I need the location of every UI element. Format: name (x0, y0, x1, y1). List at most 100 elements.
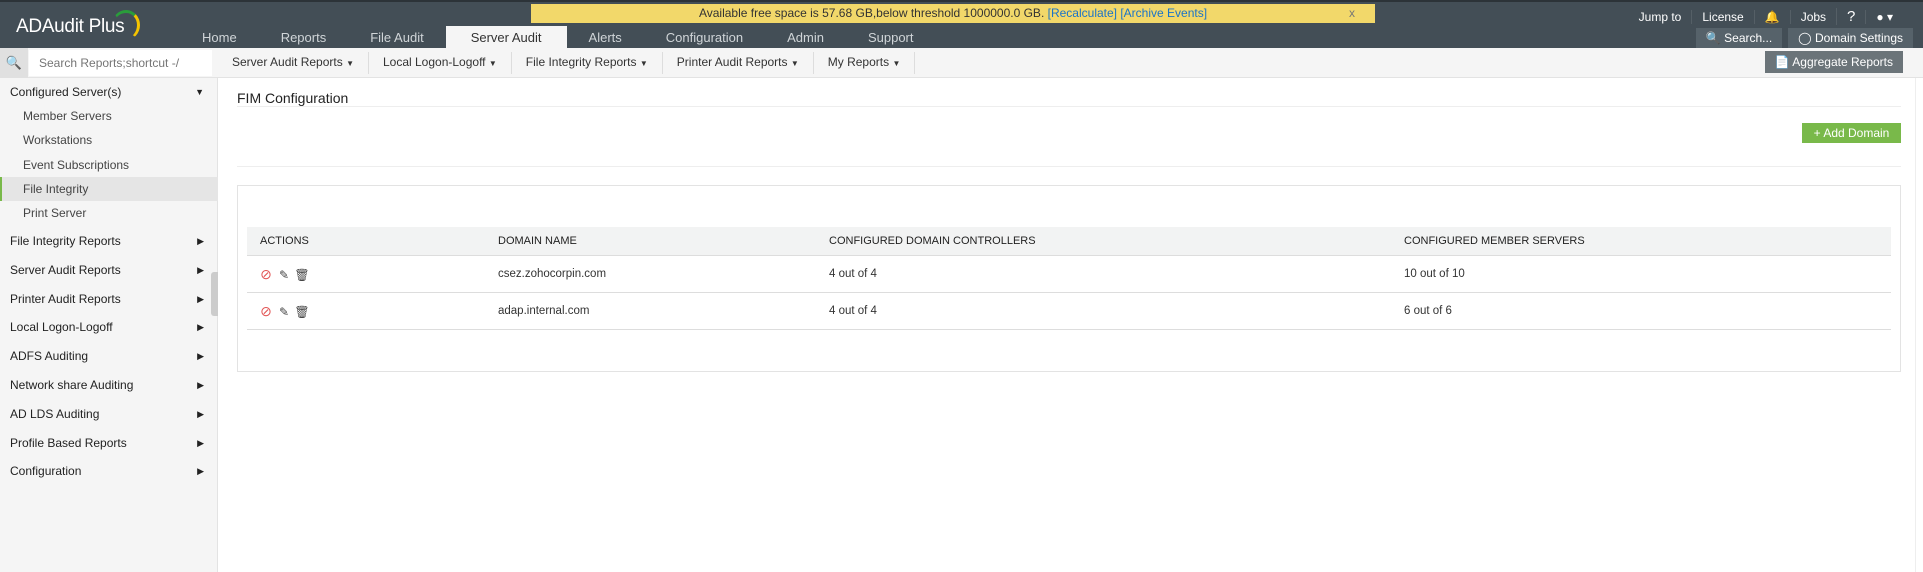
trash-icon[interactable]: 🗑 (293, 294, 311, 331)
license-link[interactable]: License (1691, 9, 1753, 24)
tab-file-audit[interactable]: File Audit (348, 26, 445, 50)
main-tabs: Home Reports File Audit Server Audit Alerts C… (180, 26, 936, 50)
sidebar-section-configuration[interactable]: Configuration ▶ (0, 459, 218, 483)
divider (237, 106, 1901, 107)
menu-server-audit-reports[interactable]: Server Audit Reports ▼ (218, 52, 369, 74)
sidebar-item-event-subscriptions[interactable]: Event Subscriptions (0, 153, 218, 177)
recalculate-link[interactable]: [Recalculate] (1048, 6, 1117, 20)
caret-right-icon: ▶ (197, 236, 204, 246)
aggregate-label: Aggregate Reports (1792, 55, 1893, 69)
archive-events-link[interactable]: [Archive Events] (1120, 6, 1207, 20)
sidebar-section-file-integrity-reports[interactable]: File Integrity Reports ▶ (0, 229, 218, 253)
menu-local-logon-logoff[interactable]: Local Logon-Logoff ▼ (369, 52, 512, 74)
domain-settings-label: Domain Settings (1814, 31, 1903, 45)
caret-right-icon: ▶ (197, 351, 204, 362)
caret-down-icon: ▼ (892, 59, 901, 68)
caret-right-icon: ▶ (197, 293, 204, 304)
sidebar-section-adfs-auditing[interactable]: ADFS Auditing ▶ (0, 344, 218, 368)
caret-down-icon: ▼ (346, 59, 354, 68)
disable-icon[interactable]: ⊘ (257, 256, 275, 293)
column-header-actions: ACTIONS (260, 235, 309, 247)
scrollbar[interactable] (1915, 78, 1923, 572)
column-header-dcs[interactable]: CONFIGURED DOMAIN CONTROLLERS (829, 227, 1036, 256)
search-icon: 🔍 (1705, 31, 1721, 45)
table-row: ⊘ ✎ 🗑 csez.zohocorpin.com 4 out of 4 10 out o… (247, 256, 1891, 293)
caret-right-icon: ▶ (197, 437, 204, 448)
sidebar-collapse-handle[interactable] (211, 272, 218, 316)
add-domain-label: Add Domain (1823, 126, 1890, 140)
menu-file-integrity-reports[interactable]: File Integrity Reports ▼ (512, 52, 663, 74)
configured-dcs: 4 out of 4 (829, 305, 877, 317)
page-title: FIM Configuration (237, 90, 349, 106)
tab-admin[interactable]: Admin (765, 26, 846, 50)
sidebar-section-network-share-auditing[interactable]: Network share Auditing ▶ (0, 373, 218, 397)
configured-member-servers: 10 out of 10 (1404, 268, 1465, 280)
tab-server-audit[interactable]: Server Audit (445, 26, 567, 50)
jump-to-link[interactable]: Jump to (1629, 10, 1692, 24)
menu-my-reports[interactable]: My Reports ▼ (814, 52, 916, 74)
sidebar-configured-servers[interactable]: Configured Server(s) ▼ (0, 80, 218, 104)
sidebar-item-member-servers[interactable]: Member Servers (0, 104, 218, 128)
trash-icon[interactable]: 🗑 (293, 257, 311, 294)
tab-reports[interactable]: Reports (259, 26, 349, 50)
sidebar-section-local-logon-logoff[interactable]: Local Logon-Logoff ▶ (0, 315, 218, 339)
tab-configuration[interactable]: Configuration (644, 26, 765, 50)
sidebar-section-ad-lds-auditing[interactable]: AD LDS Auditing ▶ (0, 402, 218, 426)
search-label: Search... (1724, 31, 1773, 45)
sidebar-label: AD LDS Auditing (10, 406, 100, 421)
column-header-domain-name[interactable]: DOMAIN NAME (498, 227, 577, 256)
free-space-banner: Available free space is 57.68 GB,below t… (531, 4, 1375, 23)
app-logo[interactable]: ADAudit Plus (16, 16, 125, 38)
caret-right-icon: ▶ (197, 380, 204, 390)
top-right-links: Jump to License 🔔 Jobs ? ● ▾ (1629, 8, 1903, 25)
caret-down-icon: ▼ (195, 87, 204, 97)
column-header-member-servers[interactable]: CONFIGURED MEMBER SERVERS (1404, 227, 1585, 256)
sidebar-label: Local Logon-Logoff (10, 320, 113, 335)
sidebar-item-workstations[interactable]: Workstations (0, 128, 218, 152)
caret-right-icon: ▶ (197, 408, 204, 419)
edit-icon[interactable]: ✎ (275, 257, 293, 294)
sidebar-section-printer-audit-reports[interactable]: Printer Audit Reports ▶ (0, 287, 218, 311)
sidebar-label: ADFS Auditing (10, 349, 89, 364)
close-icon[interactable]: x (1349, 4, 1355, 23)
sidebar-item-print-server[interactable]: Print Server (0, 201, 218, 225)
menu-label: Printer Audit Reports (676, 55, 788, 69)
domain-settings-button[interactable]: ◯ Domain Settings (1788, 28, 1913, 48)
caret-down-icon: ▼ (488, 59, 497, 68)
top-bar: ADAudit Plus Available free space is 57.… (0, 0, 1923, 50)
domain-table-panel: ACTIONS DOMAIN NAME CONFIGURED DOMAIN CO… (237, 185, 1901, 372)
search-icon[interactable]: 🔍 (0, 48, 28, 78)
menu-label: Local Logon-Logoff (382, 55, 486, 69)
sidebar-label: Configured Server(s) (10, 85, 122, 99)
disable-icon[interactable]: ⊘ (257, 293, 275, 330)
user-avatar-icon[interactable]: ● ▾ (1865, 9, 1903, 24)
add-domain-button[interactable]: + Add Domain (1802, 123, 1901, 143)
jobs-link[interactable]: Jobs (1789, 9, 1836, 24)
menu-label: Server Audit Reports (232, 55, 343, 69)
sub-menu-bar: 🔍 Server Audit Reports ▼Local Logon-Logo… (0, 48, 1923, 78)
report-menus: Server Audit Reports ▼ Local Logon-Logoff… (218, 48, 916, 78)
tab-alerts[interactable]: Alerts (567, 26, 644, 50)
global-search-button[interactable]: 🔍 Search... (1695, 28, 1783, 48)
help-icon[interactable]: ? (1836, 8, 1865, 25)
gear-icon: ◯ (1798, 31, 1812, 45)
menu-printer-audit-reports[interactable]: Printer Audit Reports ▼ (663, 52, 814, 74)
sidebar-label: Server Audit Reports (10, 262, 121, 277)
sidebar-section-server-audit-reports[interactable]: Server Audit Reports ▶ (0, 258, 218, 282)
sidebar-section-profile-based-reports[interactable]: Profile Based Reports ▶ (0, 431, 218, 455)
tab-home[interactable]: Home (180, 26, 259, 50)
tab-support[interactable]: Support (846, 26, 936, 50)
caret-right-icon: ▶ (197, 466, 204, 477)
caret-right-icon: ▶ (197, 264, 204, 275)
edit-icon[interactable]: ✎ (275, 294, 293, 331)
caret-down-icon: ▼ (790, 59, 799, 68)
sidebar-label: Printer Audit Reports (10, 291, 121, 306)
search-reports-input[interactable] (29, 50, 212, 76)
domain-name: adap.internal.com (498, 305, 590, 317)
sidebar-item-file-integrity[interactable]: File Integrity (0, 176, 218, 201)
report-icon: 📄 (1774, 55, 1790, 69)
caret-down-icon: ▼ (639, 59, 648, 68)
menu-label: My Reports (827, 55, 890, 69)
aggregate-reports-button[interactable]: 📄 Aggregate Reports (1764, 51, 1903, 73)
bell-icon[interactable]: 🔔 (1753, 9, 1790, 24)
